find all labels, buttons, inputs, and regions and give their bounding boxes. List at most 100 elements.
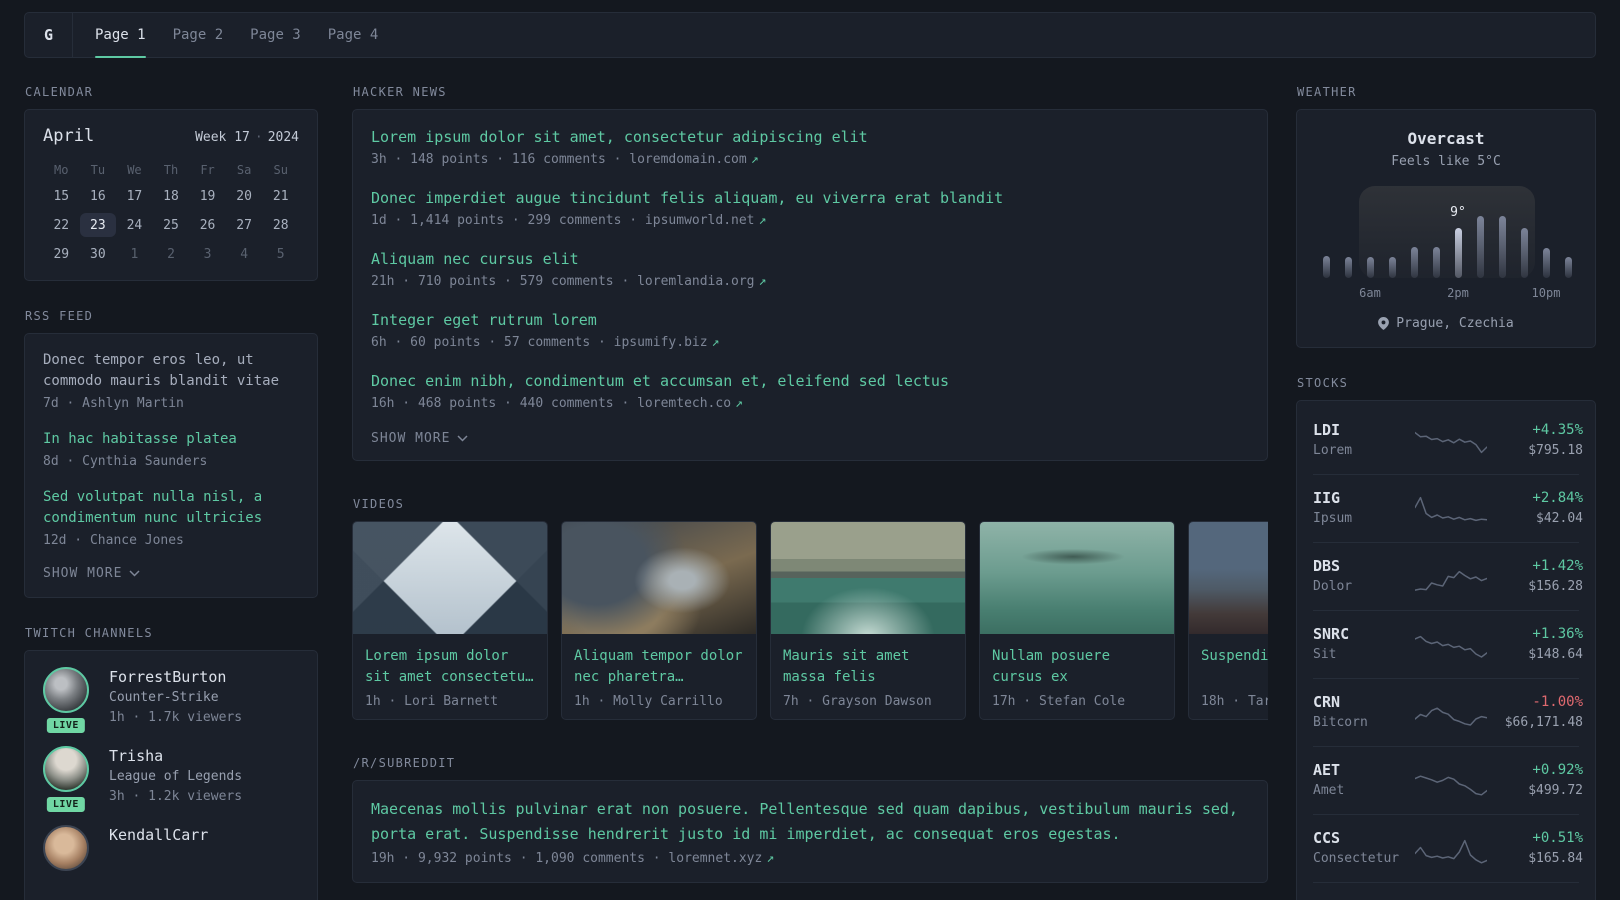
show-more-label: SHOW MORE [371,431,451,446]
weather-current-temp: 9° [1450,205,1466,220]
calendar-weekday: Th [163,163,179,177]
stock-sparkline [1415,635,1487,658]
stock-left: SNRC Sit [1313,624,1415,665]
reddit-section-label: /R/SUBREDDIT [353,756,456,770]
video-thumbnail [771,522,965,634]
twitch-channel-row[interactable]: KendallCarr [43,825,299,871]
external-link-icon[interactable]: ↗ [735,396,743,411]
video-title-link[interactable]: Suspendisse diam [1201,646,1268,688]
video-meta: 1h · Molly Carrillo [574,694,723,709]
stocks-section: STOCKS LDI Lorem +4.35% $795.18 IIG Ipsu… [1296,376,1596,900]
video-body: Mauris sit amet massa felis 7h · Grayson… [771,634,965,719]
hn-item-link[interactable]: Donec imperdiet augue tincidunt felis al… [371,187,1249,209]
rss-item-link[interactable]: Donec tempor eros leo, ut commodo mauris… [43,350,299,392]
video-card[interactable]: Nullam posuere cursus ex 17h · Stefan Co… [979,521,1175,720]
rss-show-more-button[interactable]: SHOW MORE [43,566,299,581]
twitch-channel-category: League of Legends [109,769,243,784]
external-link-icon[interactable]: ↗ [712,335,720,350]
hackernews-section-label: HACKER NEWS [353,85,447,99]
stock-name: Amet [1313,783,1345,798]
tab-page-2[interactable]: Page 2 [173,13,224,57]
video-thumbnail [353,522,547,634]
twitch-channel-name: KendallCarr [109,826,209,844]
hn-item: Lorem ipsum dolor sit amet, consectetur … [371,126,1249,170]
weather-bar [1520,228,1528,278]
calendar-day-grid: 15 16 17 18 19 20 21 22 23 24 25 26 27 28 29 30 1 2 3 4 5 [43,184,299,266]
hn-item-link[interactable]: Aliquam nec cursus elit [371,248,1249,270]
stock-sparkline [1415,431,1487,453]
stock-row[interactable]: DBS Dolor +1.42% $156.28 [1313,542,1583,610]
rss-item-link[interactable]: Sed volutpat nulla nisl, a condimentum n… [43,487,299,529]
stock-price: $66,171.48 [1504,715,1583,730]
video-body: Nullam posuere cursus ex 17h · Stefan Co… [980,634,1174,719]
avatar [43,667,89,713]
twitch-channel-info: KendallCarr [109,825,208,871]
video-card[interactable]: Mauris sit amet massa felis 7h · Grayson… [770,521,966,720]
stock-row[interactable]: LDI Lorem +4.35% $795.18 [1313,407,1583,474]
app-logo[interactable]: G [25,13,73,57]
video-title-link[interactable]: Aliquam tempor dolor nec pharetra… [574,646,744,688]
video-card[interactable]: Suspendisse diam 18h · Tara [1188,521,1268,720]
stock-row[interactable]: AHS +0.46% [1313,882,1579,900]
external-link-icon[interactable]: ↗ [751,152,759,167]
stock-left: CCS Consectetur [1313,828,1415,869]
video-title-link[interactable]: Mauris sit amet massa felis [783,646,953,688]
tab-page-1[interactable]: Page 1 [95,13,146,58]
twitch-avatar-wrap: LIVE [43,746,93,814]
tab-page-3[interactable]: Page 3 [250,13,301,57]
stock-row[interactable]: IIG Ipsum +2.84% $42.04 [1313,474,1583,542]
stock-symbol: SNRC [1313,625,1350,643]
calendar-day: 26 [199,217,216,233]
video-row: Lorem ipsum dolor sit amet consectetu… 1… [352,521,1268,720]
stock-row[interactable]: AET Amet +0.92% $499.72 [1313,746,1583,814]
twitch-channel-row[interactable]: LIVE ForrestBurton Counter-Strike 1h · 1… [43,667,299,735]
stock-change: +4.35% [1532,422,1583,438]
calendar-day: 15 [53,188,70,204]
rss-section: RSS FEED Donec tempor eros leo, ut commo… [24,309,318,598]
external-link-icon[interactable]: ↗ [759,213,767,228]
calendar-widget: April Week 17 · 2024 Mo Tu We Th Fr Sa Su 15 16 17… [24,109,318,281]
external-link-icon[interactable]: ↗ [759,274,767,289]
calendar-day: 16 [90,188,106,204]
hn-item-link[interactable]: Donec enim nibh, condimentum et accumsan… [371,370,1249,392]
hn-show-more-button[interactable]: SHOW MORE [371,431,1249,446]
external-link-icon[interactable]: ↗ [766,851,774,866]
video-title-link[interactable]: Nullam posuere cursus ex [992,646,1162,688]
twitch-channel-info: ForrestBurton Counter-Strike 1h · 1.7k v… [109,667,242,728]
weather-bar [1476,216,1484,278]
live-badge: LIVE [44,795,87,814]
calendar-weekday: Sa [236,163,252,177]
video-meta: 17h · Stefan Cole [992,694,1126,709]
twitch-channel-row[interactable]: LIVE Trisha League of Legends 3h · 1.2k … [43,746,299,814]
stock-price: $795.18 [1528,443,1583,458]
stock-row[interactable]: CRN Bitcorn -1.00% $66,171.48 [1313,678,1583,746]
video-title-link[interactable]: Lorem ipsum dolor sit amet consectetu… [365,646,535,688]
reddit-post-link[interactable]: Maecenas mollis pulvinar erat non posuer… [371,797,1249,847]
calendar-day: 30 [90,246,106,262]
rss-item-meta: 8d · Cynthia Saunders [43,454,208,469]
hn-item-link[interactable]: Integer eget rutrum lorem [371,309,1249,331]
reddit-post-meta-text: 19h · 9,932 points · 1,090 comments · lo… [371,851,763,866]
weather-widget: Overcast Feels like 5°C 9° 6am 2pm 10pm Pr… [1296,109,1596,348]
calendar-day: 28 [272,217,289,233]
stock-right: +1.36% $148.64 [1487,624,1583,665]
stock-sparkline [1415,706,1487,726]
stock-row[interactable]: CCS Consectetur +0.51% $165.84 [1313,814,1583,882]
video-card[interactable]: Lorem ipsum dolor sit amet consectetu… 1… [352,521,548,720]
tab-page-4[interactable]: Page 4 [328,13,379,57]
calendar-section-label: CALENDAR [25,85,94,99]
hn-item-link[interactable]: Lorem ipsum dolor sit amet, consectetur … [371,126,1249,148]
reddit-widget: Maecenas mollis pulvinar erat non posuer… [352,780,1268,883]
hn-item-meta: 6h · 60 points · 57 comments · ipsumify.… [371,333,1249,353]
avatar [43,746,89,792]
video-card[interactable]: Aliquam tempor dolor nec pharetra… 1h · … [561,521,757,720]
stock-symbol: DBS [1313,557,1341,575]
stock-row[interactable]: SNRC Sit +1.36% $148.64 [1313,610,1583,678]
twitch-channel-category: Counter-Strike [109,690,219,705]
calendar-day: 18 [163,188,179,204]
rss-item-link[interactable]: In hac habitasse platea [43,429,299,450]
stock-price: $42.04 [1536,511,1583,526]
hn-item: Donec enim nibh, condimentum et accumsan… [371,370,1249,414]
stock-change: +1.42% [1532,558,1583,574]
calendar-weekday: Fr [200,163,215,177]
